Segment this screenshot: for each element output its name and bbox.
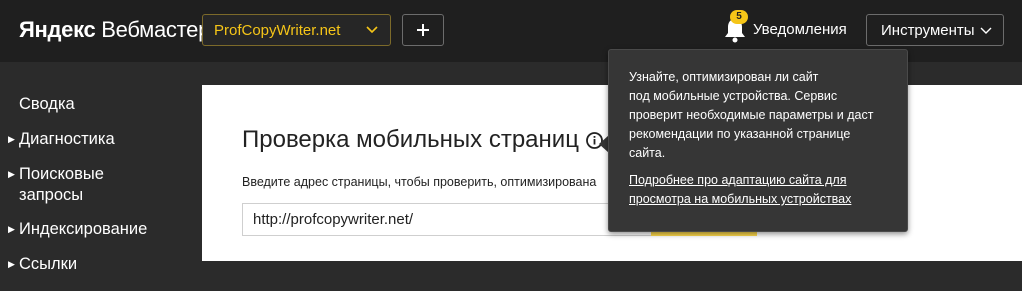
page-title: Проверка мобильных страниц — [242, 126, 579, 153]
site-selector-value: ProfCopyWriter.net — [214, 22, 341, 39]
chevron-down-icon — [366, 26, 378, 34]
triangle-right-icon: ▶ — [8, 169, 15, 179]
sidebar-item-summary[interactable]: Сводка — [8, 94, 75, 115]
logo-webmaster: Вебмастер — [101, 17, 211, 42]
mobile-adaptation-link[interactable]: Подробнее про адаптацию сайта для просмо… — [629, 171, 851, 209]
page-description: Введите адрес страницы, чтобы проверить,… — [242, 175, 597, 189]
tooltip-line: Узнайте, оптимизирован ли сайт — [629, 70, 819, 84]
sidebar-item-links[interactable]: ▶ Ссылки — [8, 254, 77, 275]
tools-label: Инструменты — [881, 22, 975, 39]
sidebar-item-label: Ссылки — [19, 255, 78, 273]
tools-menu-button[interactable]: Инструменты — [866, 14, 1004, 46]
tooltip-line: сайта. — [629, 146, 666, 160]
sidebar-item-label: Сводка — [19, 95, 75, 113]
chevron-down-icon — [980, 27, 992, 34]
triangle-right-icon: ▶ — [8, 224, 15, 234]
tooltip-link-line: просмотра на мобильных устройствах — [629, 192, 852, 206]
logo-yandex: Яндекс — [19, 17, 96, 42]
tooltip-link-line: Подробнее про адаптацию сайта для — [629, 173, 847, 187]
triangle-right-icon: ▶ — [8, 259, 15, 269]
notifications-count-badge: 5 — [730, 10, 748, 24]
yandex-webmaster-logo[interactable]: Яндекс Вебмастер — [19, 17, 210, 43]
tooltip-line: проверит необходимые параметры и даст — [629, 108, 874, 122]
sidebar-nav: Сводка ▶ Диагностика ▶ Поисковые запросы ▶ И… — [0, 62, 202, 291]
url-input[interactable] — [242, 203, 652, 236]
sidebar-item-label: Поисковые — [19, 165, 104, 183]
sidebar-item-label: Диагностика — [19, 130, 115, 148]
sidebar-item-label-line2: запросы — [19, 186, 84, 204]
tooltip-line: под мобильные устройства. Сервис — [629, 89, 838, 103]
tooltip-line: рекомендации по указанной странице — [629, 127, 851, 141]
sidebar-item-label: Индексирование — [19, 220, 148, 238]
plus-icon — [417, 24, 429, 36]
site-selector[interactable]: ProfCopyWriter.net — [202, 14, 391, 46]
triangle-right-icon: ▶ — [8, 134, 15, 144]
sidebar-item-diagnostics[interactable]: ▶ Диагностика — [8, 129, 115, 150]
tooltip-text: Узнайте, оптимизирован ли сайт под мобил… — [629, 68, 899, 163]
add-site-button[interactable] — [402, 14, 444, 46]
info-tooltip: Узнайте, оптимизирован ли сайт под мобил… — [608, 49, 908, 232]
notifications-label: Уведомления — [753, 21, 847, 38]
sidebar-item-search-queries[interactable]: ▶ Поисковые запросы — [8, 164, 104, 206]
sidebar-item-indexing[interactable]: ▶ Индексирование — [8, 219, 147, 240]
